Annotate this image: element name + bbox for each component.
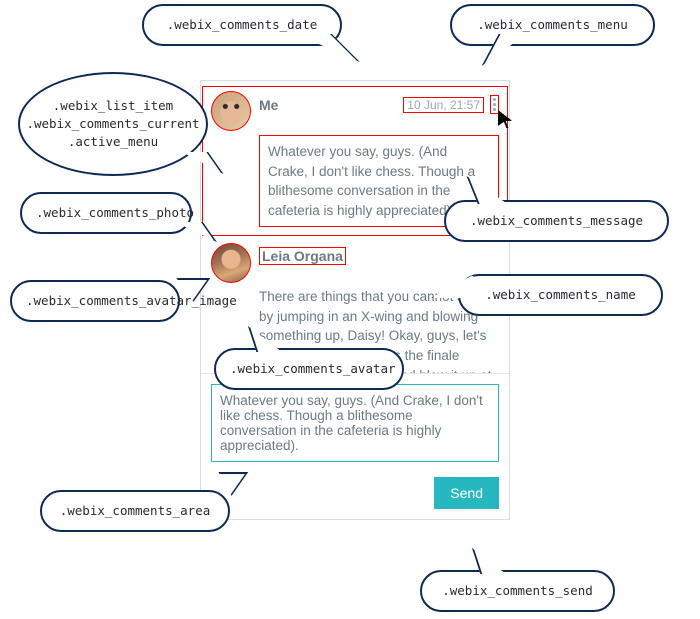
callout-listitem: .webix_list_item .webix_comments_current… xyxy=(18,72,208,176)
comment-author: Me xyxy=(259,97,278,113)
callout-send: .webix_comments_send xyxy=(420,570,615,612)
callout-menu: .webix_comments_menu xyxy=(450,4,655,46)
avatar-image xyxy=(211,91,251,131)
callout-avatar-image: .webix_comments_avatar_image xyxy=(10,280,180,322)
comment-date: 10 Jun, 21:57 xyxy=(403,97,484,113)
comment-author: Leia Organa xyxy=(259,247,346,265)
callout-name: .webix_comments_name xyxy=(458,274,663,316)
callout-photo: .webix_comments_photo xyxy=(20,192,192,234)
comment-textarea[interactable] xyxy=(211,384,499,462)
comment-menu-icon[interactable] xyxy=(490,95,499,114)
callout-tail xyxy=(296,34,360,62)
callout-area: .webix_comments_area xyxy=(40,490,230,532)
comment-form: Send xyxy=(201,373,509,519)
avatar-image xyxy=(211,243,251,283)
callout-message: .webix_comments_message xyxy=(444,200,669,242)
send-button[interactable]: Send xyxy=(434,477,499,509)
callout-avatar: .webix_comments_avatar xyxy=(214,348,404,390)
